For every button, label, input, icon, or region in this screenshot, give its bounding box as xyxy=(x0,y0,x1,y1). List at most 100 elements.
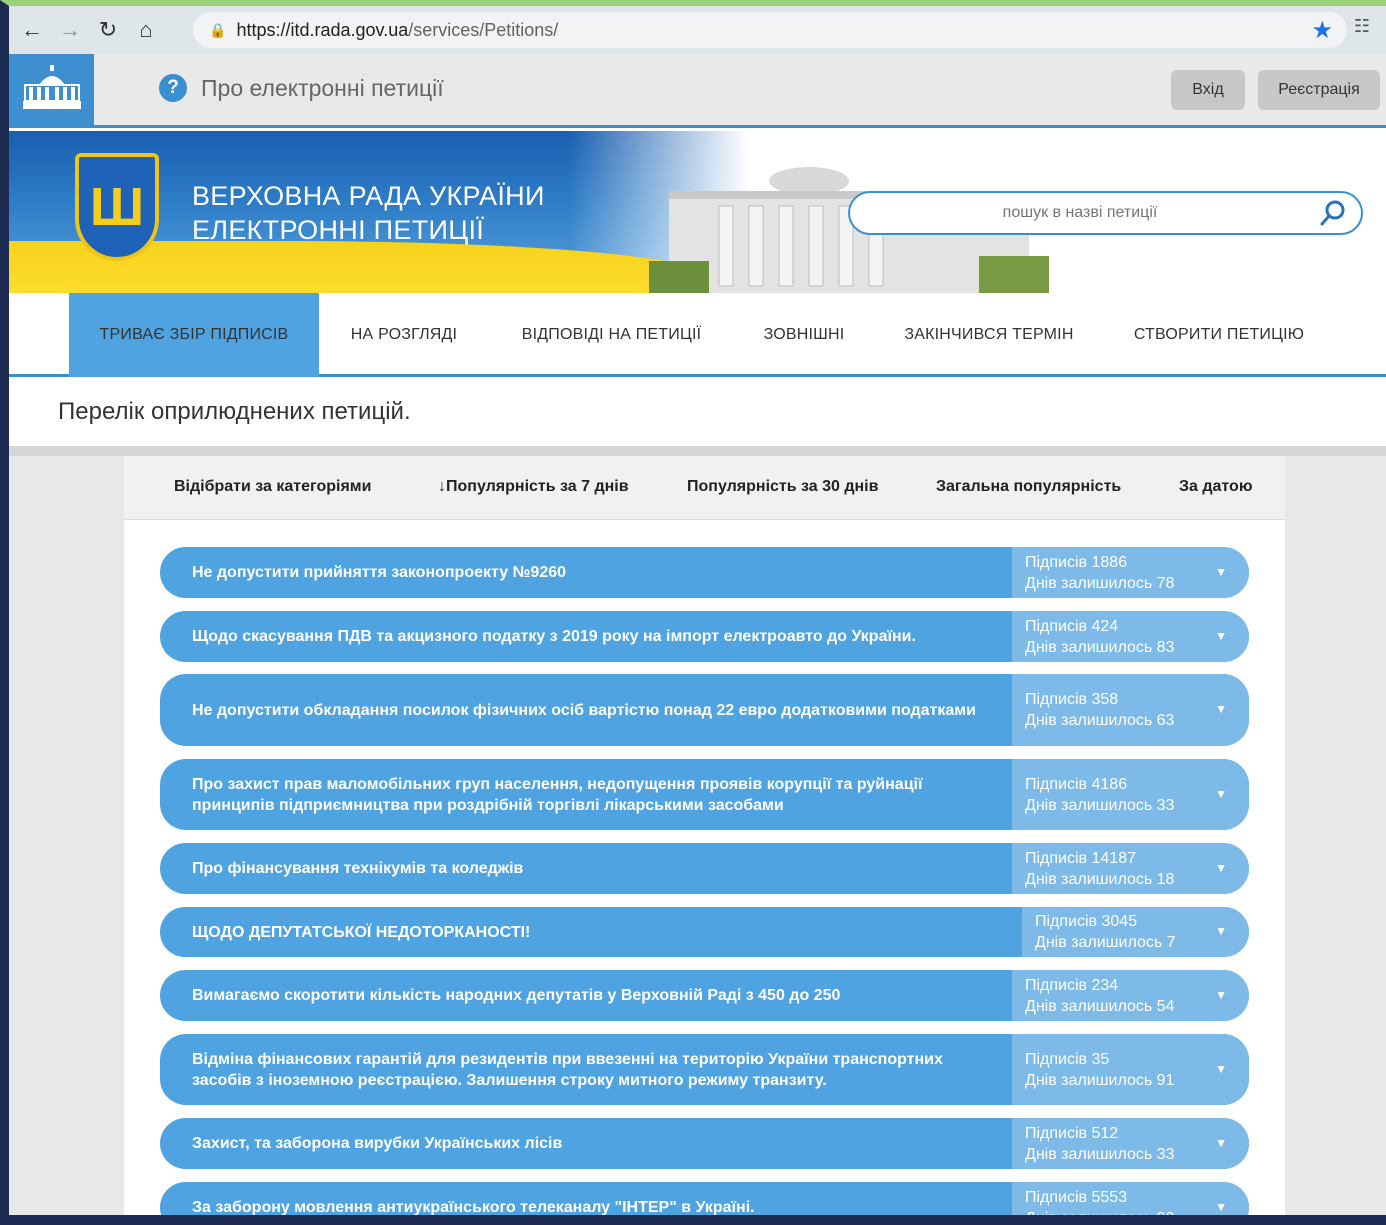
tab-external[interactable]: ЗОВНІШНІ xyxy=(749,293,859,377)
petition-days-left: Днів залишилось 7 xyxy=(1035,934,1176,951)
petition-days-left: Днів залишилось 90 xyxy=(1025,1209,1175,1225)
tab-responses[interactable]: ВІДПОВІДІ НА ПЕТИЦІЇ xyxy=(509,293,714,377)
expand-triangle-icon[interactable]: ▼ xyxy=(1215,702,1227,716)
sort-popularity-7-days[interactable]: ↓Популярність за 7 днів xyxy=(438,478,629,496)
expand-triangle-icon[interactable]: ▼ xyxy=(1215,1200,1227,1214)
petition-signatures: Підписів 14187 xyxy=(1025,849,1136,867)
expand-triangle-icon[interactable]: ▼ xyxy=(1215,565,1227,579)
expand-triangle-icon[interactable]: ▼ xyxy=(1215,787,1227,801)
petition-title[interactable]: Про фінансування технікумів та коледжів xyxy=(192,843,992,894)
petition-title[interactable]: Вимагаємо скоротити кількість народних д… xyxy=(192,970,992,1021)
petition-stats: Підписів 512 Днів залишилось 33 ▼ xyxy=(1012,1118,1249,1169)
url-path: /services/Petitions/ xyxy=(408,19,559,40)
petition-days-left: Днів залишилось 91 xyxy=(1025,1071,1175,1089)
petition-signatures: Підписів 512 xyxy=(1025,1124,1119,1142)
divider xyxy=(9,446,1386,456)
search-input[interactable] xyxy=(860,199,1300,227)
petition-item[interactable]: За заборону мовлення антиукраїнського те… xyxy=(160,1182,1249,1225)
sort-by-date[interactable]: За датою xyxy=(1179,478,1252,496)
petition-signatures: Підписів 1886 xyxy=(1025,553,1128,571)
main-nav: ТРИВАЄ ЗБІР ПІДПИСІВ НА РОЗГЛЯДІ ВІДПОВІ… xyxy=(9,293,1386,377)
expand-triangle-icon[interactable]: ▼ xyxy=(1215,861,1227,875)
petition-item[interactable]: Захист, та заборона вирубки Українських … xyxy=(160,1118,1249,1169)
expand-triangle-icon[interactable]: ▼ xyxy=(1215,1136,1227,1150)
petition-stats: Підписів 3045 Днів залишилось 7 ▼ xyxy=(1022,907,1249,957)
petition-signatures: Підписів 424 xyxy=(1025,617,1119,635)
back-arrow-icon[interactable]: ← xyxy=(17,15,47,45)
sort-popularity-30-days[interactable]: Популярність за 30 днів xyxy=(687,478,878,496)
petition-stats: Підписів 358 Днів залишилось 63 ▼ xyxy=(1012,674,1249,746)
petition-days-left: Днів залишилось 54 xyxy=(1025,997,1175,1015)
petition-title[interactable]: За заборону мовлення антиукраїнського те… xyxy=(192,1182,992,1225)
header-banner: Ш ВЕРХОВНА РАДА УКРАЇНИ ЕЛЕКТРОННІ ПЕТИЦ… xyxy=(9,131,1386,293)
petition-signatures: Підписів 35 xyxy=(1025,1050,1110,1068)
petition-stats: Підписів 424 Днів залишилось 83 ▼ xyxy=(1012,611,1249,662)
url-host: https://itd.rada.gov.ua xyxy=(236,19,409,40)
petition-title[interactable]: Не допустити обкладання посилок фізичних… xyxy=(192,674,992,746)
petition-days-left: Днів залишилось 83 xyxy=(1025,638,1175,656)
petition-item[interactable]: Про захист прав маломобільних груп насел… xyxy=(160,759,1249,830)
petition-signatures: Підписів 4186 xyxy=(1025,775,1128,793)
petition-item[interactable]: Щодо скасування ПДВ та акцизного податку… xyxy=(160,611,1249,662)
site-topbar: ? Про електронні петиції Вхід Реєстрація xyxy=(9,54,1386,128)
home-icon[interactable]: ⌂ xyxy=(131,15,161,45)
petition-days-left: Днів залишилось 78 xyxy=(1025,574,1175,592)
petition-days-left: Днів залишилось 63 xyxy=(1025,712,1175,729)
address-bar[interactable]: 🔒 https://itd.rada.gov.ua/services/Petit… xyxy=(193,12,1347,48)
petition-title[interactable]: Не допустити прийняття законопроекту №92… xyxy=(192,547,992,598)
bookmark-star-icon[interactable]: ★ xyxy=(1311,16,1333,45)
tab-create-petition[interactable]: СТВОРИТИ ПЕТИЦІЮ xyxy=(1124,293,1314,377)
petition-search[interactable] xyxy=(848,191,1363,235)
tab-expired[interactable]: ЗАКІНЧИВСЯ ТЕРМІН xyxy=(894,293,1084,377)
page-title: Перелік оприлюднених петицій. xyxy=(58,398,411,425)
petition-item[interactable]: Не допустити прийняття законопроекту №92… xyxy=(160,547,1249,598)
petition-stats: Підписів 4186 Днів залишилось 33 ▼ xyxy=(1012,759,1249,830)
reload-icon[interactable]: ↻ xyxy=(93,15,123,45)
search-icon[interactable] xyxy=(1319,199,1347,227)
expand-triangle-icon[interactable]: ▼ xyxy=(1215,924,1227,938)
extension-icon[interactable]: ☷ xyxy=(1354,16,1370,37)
expand-triangle-icon[interactable]: ▼ xyxy=(1215,988,1227,1002)
sort-bar: Відібрати за категоріями ↓Популярність з… xyxy=(124,456,1285,520)
petition-signatures: Підписів 234 xyxy=(1025,976,1119,994)
petition-days-left: Днів залишилось 18 xyxy=(1025,870,1175,888)
petition-stats: Підписів 14187 Днів залишилось 18 ▼ xyxy=(1012,843,1249,894)
petition-item[interactable]: Не допустити обкладання посилок фізичних… xyxy=(160,674,1249,746)
petition-title[interactable]: Щодо скасування ПДВ та акцизного податку… xyxy=(192,611,992,662)
login-button[interactable]: Вхід xyxy=(1171,70,1245,110)
expand-triangle-icon[interactable]: ▼ xyxy=(1215,629,1227,643)
petition-signatures: Підписів 5553 xyxy=(1025,1188,1128,1206)
banner-title-line2: ЕЛЕКТРОННІ ПЕТИЦІЇ xyxy=(192,215,485,245)
petition-item[interactable]: Про фінансування технікумів та коледжів … xyxy=(160,843,1249,894)
petition-days-left: Днів залишилось 33 xyxy=(1025,796,1175,814)
browser-toolbar: ← → ↻ ⌂ 🔒 https://itd.rada.gov.ua/servic… xyxy=(9,6,1386,54)
tab-under-review[interactable]: НА РОЗГЛЯДІ xyxy=(339,293,469,377)
banner-title: ВЕРХОВНА РАДА УКРАЇНИ ЕЛЕКТРОННІ ПЕТИЦІЇ xyxy=(192,179,545,247)
about-petitions-link[interactable]: ? Про електронні петиції xyxy=(159,74,444,102)
expand-triangle-icon[interactable]: ▼ xyxy=(1215,1062,1227,1076)
banner-title-line1: ВЕРХОВНА РАДА УКРАЇНИ xyxy=(192,181,545,211)
register-button[interactable]: Реєстрація xyxy=(1258,70,1380,110)
petition-stats: Підписів 35 Днів залишилось 91 ▼ xyxy=(1012,1034,1249,1105)
petition-title[interactable]: Про захист прав маломобільних груп насел… xyxy=(192,759,992,830)
rada-logo-icon[interactable] xyxy=(9,54,94,128)
petition-title[interactable]: ЩОДО ДЕПУТАТСЬКОЇ НЕДОТОРКАНОСТІ! xyxy=(192,907,992,957)
petition-stats: Підписів 1886 Днів залишилось 78 ▼ xyxy=(1012,547,1249,598)
petition-item[interactable]: Вимагаємо скоротити кількість народних д… xyxy=(160,970,1249,1021)
petition-stats: Підписів 5553 Днів залишилось 90 ▼ xyxy=(1012,1182,1249,1225)
petition-stats: Підписів 234 Днів залишилось 54 ▼ xyxy=(1012,970,1249,1021)
about-petitions-label: Про електронні петиції xyxy=(201,74,444,101)
petition-days-left: Днів залишилось 33 xyxy=(1025,1145,1175,1163)
forward-arrow-icon[interactable]: → xyxy=(55,15,85,45)
petition-title[interactable]: Відміна фінансових гарантій для резидент… xyxy=(192,1034,992,1105)
petition-item[interactable]: ЩОДО ДЕПУТАТСЬКОЇ НЕДОТОРКАНОСТІ! Підпис… xyxy=(160,907,1249,957)
petition-item[interactable]: Відміна фінансових гарантій для резидент… xyxy=(160,1034,1249,1105)
petition-signatures: Підписів 3045 xyxy=(1035,913,1138,930)
lock-icon: 🔒 xyxy=(209,21,227,38)
sort-by-category[interactable]: Відібрати за категоріями xyxy=(174,478,371,496)
sort-total-popularity[interactable]: Загальна популярність xyxy=(936,478,1121,496)
petition-title[interactable]: Захист, та заборона вирубки Українських … xyxy=(192,1118,992,1169)
tab-collecting-signatures[interactable]: ТРИВАЄ ЗБІР ПІДПИСІВ xyxy=(69,293,319,377)
question-icon: ? xyxy=(159,74,187,102)
trident-coat-of-arms-icon: Ш xyxy=(75,153,159,261)
